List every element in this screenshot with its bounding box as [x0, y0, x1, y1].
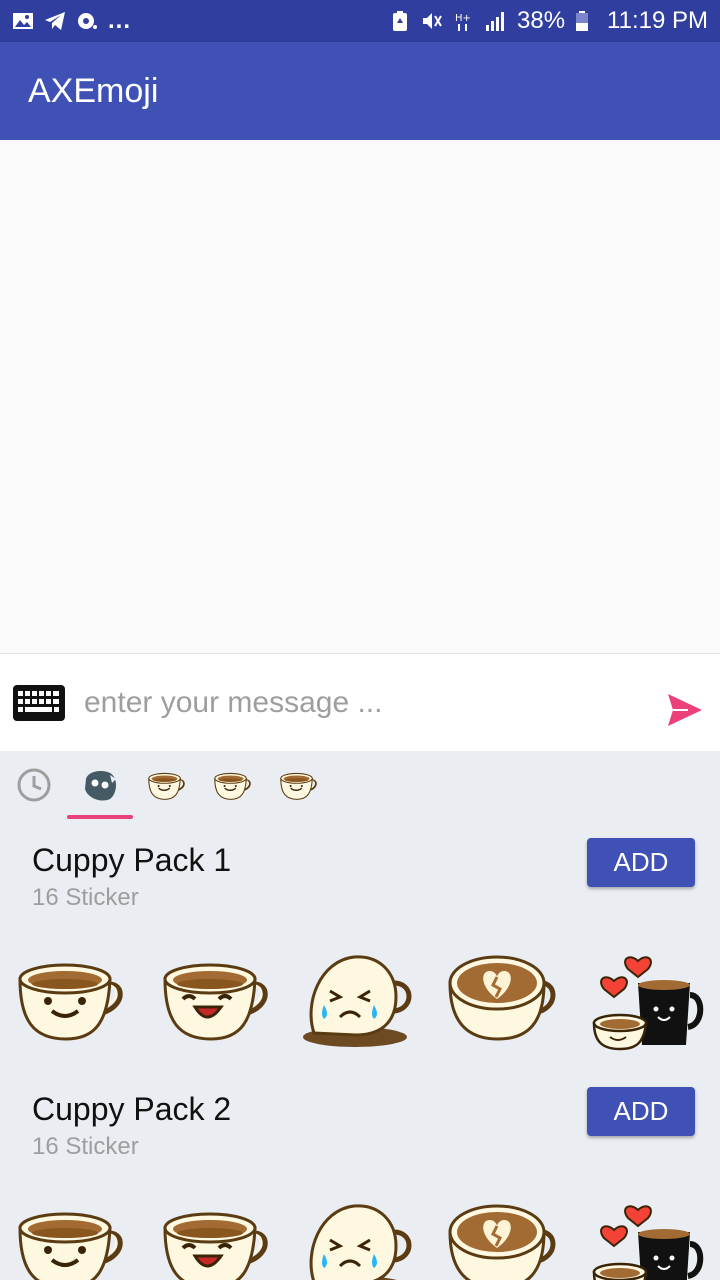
recent-clock-icon [17, 768, 51, 802]
sync-icon [76, 10, 98, 32]
network-hplus-icon: H+ [453, 10, 475, 32]
message-input-bar [0, 653, 720, 751]
battery-percent: 38% [517, 7, 566, 34]
app-bar: AXEmoji [0, 42, 720, 140]
app-title: AXEmoji [28, 72, 159, 110]
gallery-icon [12, 10, 34, 32]
pack-title: Cuppy Pack 1 [32, 842, 232, 878]
svg-text:H+: H+ [455, 13, 471, 24]
battery-icon [575, 10, 597, 32]
add-pack-button[interactable]: ADD [587, 838, 695, 887]
sticker-latte-broken-heart[interactable] [444, 943, 564, 1053]
sticker-cup-laugh[interactable] [157, 1192, 277, 1280]
add-pack-button[interactable]: ADD [587, 1087, 695, 1136]
more-notifications: ... [108, 7, 132, 34]
sticker-tabs [0, 751, 720, 821]
selected-tab-indicator [67, 815, 133, 819]
cup-sticker-icon [212, 765, 254, 805]
keyboard-icon[interactable] [12, 684, 66, 722]
status-bar: ... H+ 38% 11:19 PM [0, 0, 720, 42]
send-icon[interactable] [664, 690, 704, 730]
sticker-cups-in-love[interactable] [590, 1192, 710, 1280]
mute-icon [421, 10, 443, 32]
pack-header: Cuppy Pack 1 16 Sticker ADD [0, 838, 720, 928]
battery-saver-icon [389, 10, 411, 32]
tab-recent[interactable] [14, 765, 54, 805]
sticker-cup-smile[interactable] [12, 943, 132, 1053]
sticker-panel: Cuppy Pack 1 16 Sticker ADD Cuppy Pack 2… [0, 751, 720, 1280]
clock: 11:19 PM [607, 7, 708, 34]
signal-icon [485, 10, 507, 32]
sticker-latte-broken-heart[interactable] [444, 1192, 564, 1280]
sticker-cup-crying[interactable] [300, 943, 420, 1053]
pack-sticker-count: 16 Sticker [32, 1133, 139, 1160]
cup-sticker-icon [146, 765, 188, 805]
sticker-face-icon [85, 771, 116, 801]
message-input[interactable] [84, 678, 624, 728]
tab-cuppy-1[interactable] [146, 765, 186, 805]
sticker-cup-smile[interactable] [12, 1192, 132, 1280]
sticker-row [0, 943, 720, 1053]
sticker-cup-laugh[interactable] [157, 943, 277, 1053]
pack-title: Cuppy Pack 2 [32, 1091, 232, 1127]
tab-sticker-face[interactable] [80, 765, 120, 805]
tab-cuppy-2[interactable] [212, 765, 252, 805]
chat-messages-area[interactable] [0, 140, 720, 653]
cup-sticker-icon [278, 765, 320, 805]
tab-cuppy-3[interactable] [278, 765, 318, 805]
sticker-row [0, 1192, 720, 1280]
telegram-icon [44, 10, 66, 32]
sticker-cups-in-love[interactable] [590, 943, 710, 1053]
pack-header: Cuppy Pack 2 16 Sticker ADD [0, 1087, 720, 1177]
pack-sticker-count: 16 Sticker [32, 884, 139, 911]
sticker-cup-crying[interactable] [300, 1192, 420, 1280]
